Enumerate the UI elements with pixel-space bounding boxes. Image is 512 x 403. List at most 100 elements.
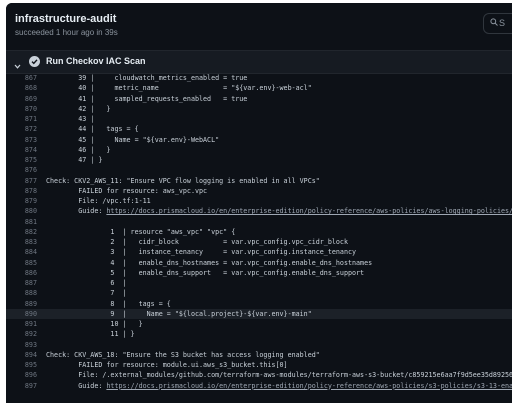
log-line: 869 41 | sampled_requests_enabled = true	[6, 94, 512, 104]
workflow-run-panel: infrastructure-audit succeeded 1 hour ag…	[6, 3, 512, 403]
line-number[interactable]: 871	[6, 114, 37, 124]
log-text: 45 | Name = "${var.env}-WebACL"	[46, 135, 220, 144]
run-header: infrastructure-audit succeeded 1 hour ag…	[6, 3, 512, 44]
line-number[interactable]: 895	[6, 360, 37, 370]
log-line: 870 42 | }	[6, 104, 512, 114]
line-number[interactable]: 897	[6, 381, 37, 391]
log-text: 9 | Name = "${local.project}-${var.env}-…	[46, 309, 312, 318]
log-text: Guide: https://docs.prismacloud.io/en/en…	[46, 381, 512, 391]
log-line: 885 4 | enable_dns_hostnames = var.vpc_c…	[6, 258, 512, 268]
log-text: 44 | tags = {	[46, 125, 139, 134]
log-line: 892 11 | }	[6, 329, 512, 339]
log-text: 11 | }	[46, 330, 135, 339]
log-line: 881	[6, 217, 512, 227]
success-check-icon	[29, 56, 40, 67]
log-line: 876	[6, 165, 512, 175]
log-line: 872 44 | tags = {	[6, 124, 512, 134]
log-output[interactable]: 867 39 | cloudwatch_metrics_enabled = tr…	[6, 73, 512, 403]
line-number[interactable]: 880	[6, 206, 37, 216]
log-line: 873 45 | Name = "${var.env}-WebACL"	[6, 135, 512, 145]
line-number[interactable]: 892	[6, 329, 37, 339]
line-number[interactable]: 874	[6, 145, 37, 155]
line-number[interactable]: 893	[6, 340, 37, 350]
log-text: 42 | }	[46, 104, 111, 113]
log-line: 871 43 |	[6, 114, 512, 124]
log-line: 890 9 | Name = "${local.project}-${var.e…	[6, 308, 512, 319]
guide-link[interactable]: https://docs.prismacloud.io/en/enterpris…	[106, 207, 512, 215]
log-text: 39 | cloudwatch_metrics_enabled = true	[46, 74, 248, 82]
line-number[interactable]: 891	[6, 319, 37, 329]
log-text: 1 | resource "aws_vpc" "vpc" {	[46, 227, 236, 236]
log-text: File: /.external_modules/github.com/terr…	[46, 371, 512, 380]
line-number[interactable]: 888	[6, 288, 37, 298]
line-number[interactable]: 886	[6, 268, 37, 278]
log-line: 883 2 | cidr_block = var.vpc_config.vpc_…	[6, 237, 512, 247]
log-text: 7 |	[46, 289, 127, 298]
line-number[interactable]: 870	[6, 104, 37, 114]
line-number[interactable]: 885	[6, 258, 37, 268]
line-number[interactable]: 876	[6, 165, 37, 175]
log-text: File: /vpc.tf:1-11	[46, 197, 151, 205]
log-text: FAILED for resource: module.ui.aws_s3_bu…	[46, 361, 288, 369]
log-text: Guide: https://docs.prismacloud.io/en/en…	[46, 206, 512, 216]
log-text: 2 | cidr_block = var.vpc_config.vpc_cidr…	[46, 238, 348, 246]
log-text: 3 | instance_tenancy = var.vpc_config.in…	[46, 248, 357, 257]
log-line: 878 FAILED for resource: aws_vpc.vpc	[6, 186, 512, 196]
log-line: 884 3 | instance_tenancy = var.vpc_confi…	[6, 247, 512, 257]
log-line: 887 6 |	[6, 278, 512, 288]
log-line: 867 39 | cloudwatch_metrics_enabled = tr…	[6, 73, 512, 83]
log-text: 6 |	[46, 279, 127, 287]
log-line: 882 1 | resource "aws_vpc" "vpc" {	[6, 227, 512, 237]
workflow-title[interactable]: infrastructure-audit	[15, 13, 116, 25]
line-number[interactable]: 867	[6, 73, 37, 83]
log-text: Check: CKV2_AWS_11: "Ensure VPC flow log…	[46, 176, 320, 185]
guide-link[interactable]: https://docs.prismacloud.io/en/enterpris…	[106, 382, 512, 390]
line-number[interactable]: 887	[6, 278, 37, 288]
log-text: 46 | }	[46, 145, 111, 154]
run-status-text: succeeded 1 hour ago in 39s	[15, 28, 118, 37]
line-number[interactable]: 890	[6, 309, 37, 319]
search-logs-input[interactable]: S	[483, 13, 512, 34]
log-line: 868 40 | metric_name = "${var.env}-web-a…	[6, 83, 512, 93]
line-number[interactable]: 875	[6, 155, 37, 165]
log-text: Check: CKV_AWS_18: "Ensure the S3 bucket…	[46, 350, 320, 359]
search-icon	[490, 18, 498, 28]
line-number[interactable]: 877	[6, 176, 37, 186]
guide-label: Guide:	[46, 207, 107, 216]
guide-label: Guide:	[46, 381, 107, 390]
log-line: 889 8 | tags = {	[6, 299, 512, 309]
log-line: 897 Guide: https://docs.prismacloud.io/e…	[6, 381, 512, 391]
log-line: 896 File: /.external_modules/github.com/…	[6, 370, 512, 380]
chevron-down-icon[interactable]	[14, 57, 21, 69]
step-header[interactable]: Run Checkov IAC Scan	[6, 50, 512, 74]
search-placeholder: S	[499, 18, 506, 28]
log-line: 895 FAILED for resource: module.ui.aws_s…	[6, 360, 512, 370]
line-number[interactable]: 894	[6, 350, 37, 360]
line-number[interactable]: 879	[6, 196, 37, 206]
log-text: 4 | enable_dns_hostnames = var.vpc_confi…	[46, 258, 373, 267]
line-number[interactable]: 868	[6, 83, 37, 93]
log-text: 43 |	[46, 115, 95, 123]
log-text: FAILED for resource: aws_vpc.vpc	[46, 186, 208, 195]
log-line: 891 10 | }	[6, 319, 512, 329]
line-number[interactable]: 889	[6, 299, 37, 309]
line-number[interactable]: 881	[6, 217, 37, 227]
line-number[interactable]: 884	[6, 247, 37, 257]
log-line: 877 Check: CKV2_AWS_11: "Ensure VPC flow …	[6, 176, 512, 186]
line-number[interactable]: 873	[6, 135, 37, 145]
line-number[interactable]: 883	[6, 237, 37, 247]
log-line: 879 File: /vpc.tf:1-11	[6, 196, 512, 206]
log-text: 8 | tags = {	[46, 299, 171, 308]
line-number[interactable]: 896	[6, 370, 37, 380]
line-number[interactable]: 882	[6, 227, 37, 237]
log-line: 886 5 | enable_dns_support = var.vpc_con…	[6, 268, 512, 278]
log-line: 875 47 | }	[6, 155, 512, 165]
step-title: Run Checkov IAC Scan	[46, 56, 146, 66]
line-number[interactable]: 872	[6, 124, 37, 134]
log-line: 888 7 |	[6, 288, 512, 298]
log-text: 5 | enable_dns_support = var.vpc_config.…	[46, 268, 365, 277]
log-text: 10 | }	[46, 320, 143, 328]
log-line: 893	[6, 340, 512, 350]
line-number[interactable]: 878	[6, 186, 37, 196]
line-number[interactable]: 869	[6, 94, 37, 104]
